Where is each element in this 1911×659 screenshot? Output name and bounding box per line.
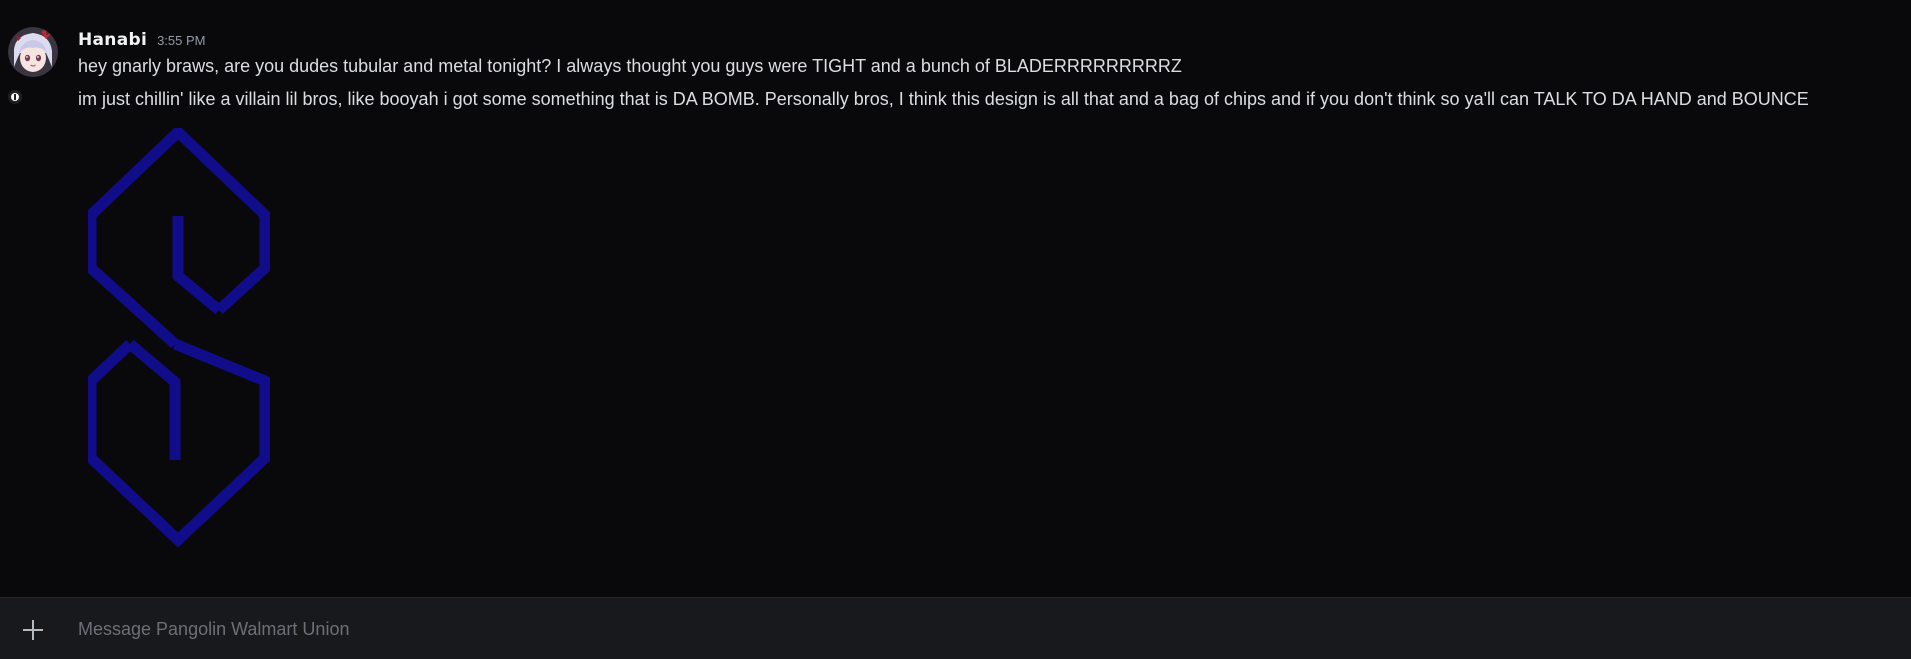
image-attachment[interactable] xyxy=(85,124,271,552)
username[interactable]: Hanabi xyxy=(78,30,147,50)
message-composer xyxy=(0,597,1911,659)
message-input[interactable] xyxy=(78,610,1878,648)
message-text: hey gnarly braws, are you dudes tubular … xyxy=(78,56,1182,76)
add-attachment-button[interactable] xyxy=(16,613,50,647)
plus-icon xyxy=(23,620,43,640)
user-avatar[interactable] xyxy=(8,27,58,77)
timestamp: 3:55 PM xyxy=(157,33,206,48)
navy-s-logo-icon xyxy=(85,124,271,548)
status-icon xyxy=(11,93,19,101)
anime-character-avatar-icon xyxy=(8,27,58,77)
chat-area: Hanabi 3:55 PM hey gnarly braws, are you… xyxy=(0,0,1911,597)
message-header: Hanabi 3:55 PM xyxy=(78,30,206,50)
message-text: im just chillin' like a villain lil bros… xyxy=(78,89,1809,109)
status-badge xyxy=(6,88,24,106)
